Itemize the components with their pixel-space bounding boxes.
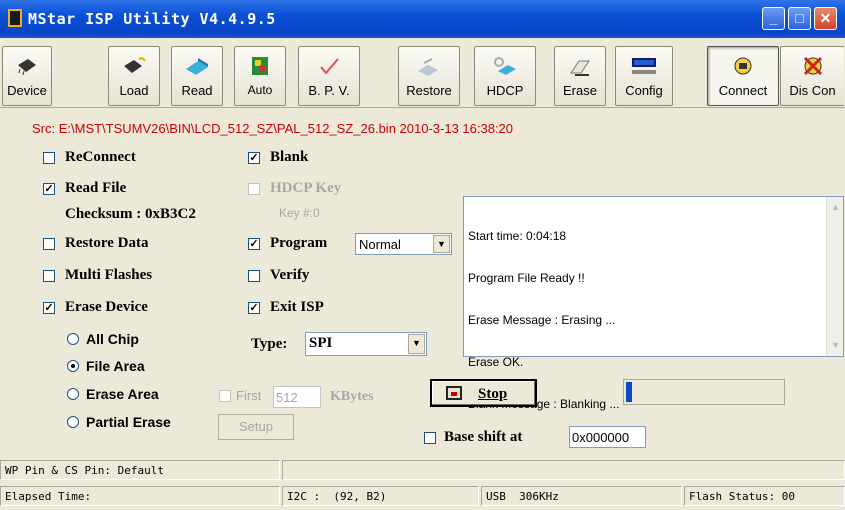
key-number-label: Key #:0: [279, 206, 320, 220]
read-file-checkbox-box[interactable]: ✓: [43, 182, 55, 195]
auto-icon: [252, 57, 268, 75]
file-area-radio-dot[interactable]: [67, 360, 79, 372]
hdcp-key-checkbox[interactable]: HDCP Key: [248, 180, 341, 197]
config-button[interactable]: Config: [615, 46, 673, 106]
erase-icon: [570, 60, 590, 76]
all-chip-radio[interactable]: All Chip: [67, 331, 139, 347]
status-empty-panel: [282, 460, 845, 480]
bpv-icon: [320, 58, 339, 75]
blank-checkbox[interactable]: ✓ Blank: [248, 149, 308, 166]
elapsed-time: Elapsed Time:: [0, 486, 280, 506]
restore-button[interactable]: Restore: [398, 46, 460, 106]
scroll-up-icon[interactable]: ▲: [829, 200, 842, 215]
erase-area-radio-dot[interactable]: [67, 388, 79, 400]
connect-button[interactable]: Connect: [707, 46, 779, 106]
toolbar: Device Load Read Auto B. P. V. Restore H…: [0, 38, 845, 108]
multi-flashes-checkbox[interactable]: Multi Flashes: [43, 267, 152, 284]
erase-button[interactable]: Erase: [554, 46, 606, 106]
first-kbytes-input[interactable]: 512: [273, 386, 321, 408]
base-shift-checkbox-box[interactable]: [424, 431, 436, 444]
type-select[interactable]: SPI ▼: [305, 332, 427, 356]
partial-erase-radio-dot[interactable]: [67, 416, 79, 428]
disconnect-button[interactable]: Dis Con: [780, 46, 844, 106]
read-icon: [186, 58, 208, 75]
partial-erase-radio[interactable]: Partial Erase: [67, 414, 171, 430]
reconnect-checkbox[interactable]: ReConnect: [43, 149, 136, 166]
verify-checkbox[interactable]: Verify: [248, 267, 309, 284]
device-button[interactable]: Device: [2, 46, 52, 106]
file-area-radio[interactable]: File Area: [67, 358, 145, 374]
stop-icon: [446, 386, 462, 400]
progress-bar: [623, 379, 785, 405]
hdcp-icon: [494, 57, 516, 75]
auto-button[interactable]: Auto: [234, 46, 286, 106]
read-button[interactable]: Read: [171, 46, 223, 106]
app-icon: [8, 9, 22, 27]
flash-status: Flash Status: 00: [684, 486, 845, 506]
maximize-button[interactable]: □: [788, 7, 811, 30]
type-label: Type:: [251, 336, 288, 352]
reconnect-checkbox-box[interactable]: [43, 151, 55, 164]
erase-device-checkbox[interactable]: ✓ Erase Device: [43, 299, 148, 316]
read-file-checkbox[interactable]: ✓ Read File: [43, 180, 126, 197]
program-checkbox[interactable]: ✓ Program: [248, 235, 327, 252]
program-mode-select[interactable]: Normal ▼: [355, 233, 452, 255]
hdcp-button[interactable]: HDCP: [474, 46, 536, 106]
title-bar: MStar ISP Utility V4.4.9.5 _ □ ✕: [0, 0, 845, 38]
log-line: Erase OK.: [468, 355, 524, 369]
multi-flashes-checkbox-box[interactable]: [43, 269, 55, 282]
checksum-label: Checksum : 0xB3C2: [65, 206, 196, 222]
connect-icon: [734, 57, 752, 75]
base-shift-checkbox[interactable]: Base shift at: [424, 429, 522, 446]
pin-status: WP Pin & CS Pin: Default: [0, 460, 280, 480]
chip-load-icon: [124, 57, 146, 73]
load-button[interactable]: Load: [108, 46, 160, 106]
i2c-status: I2C : (92, B2): [282, 486, 479, 506]
stop-button[interactable]: Stop: [430, 379, 537, 407]
setup-button[interactable]: Setup: [218, 414, 294, 440]
chip-icon: [18, 59, 36, 76]
window-title: MStar ISP Utility V4.4.9.5: [28, 10, 276, 28]
chevron-down-icon[interactable]: ▼: [408, 334, 425, 354]
log-line: Program File Ready !!: [468, 271, 585, 285]
verify-checkbox-box[interactable]: [248, 269, 260, 282]
scroll-down-icon[interactable]: ▼: [829, 338, 842, 353]
blank-checkbox-box[interactable]: ✓: [248, 151, 260, 164]
log-box: Start time: 0:04:18 Program File Ready !…: [463, 196, 844, 411]
minimize-button[interactable]: _: [762, 7, 785, 30]
first-checkbox-box[interactable]: [219, 389, 231, 402]
exit-isp-checkbox[interactable]: ✓ Exit ISP: [248, 299, 324, 316]
disconnect-icon: [803, 56, 822, 76]
erase-area-radio[interactable]: Erase Area: [67, 386, 159, 402]
erase-device-checkbox-box[interactable]: ✓: [43, 301, 55, 314]
program-checkbox-box[interactable]: ✓: [248, 237, 260, 250]
bpv-button[interactable]: B. P. V.: [298, 46, 360, 106]
progress-fill: [626, 382, 632, 402]
source-file-path: Src: E:\MST\TSUMV26\BIN\LCD_512_SZ\PAL_5…: [32, 121, 514, 136]
restore-icon: [418, 58, 438, 76]
close-button[interactable]: ✕: [814, 7, 837, 30]
config-icon: [632, 58, 656, 74]
log-line: Start time: 0:04:18: [468, 229, 567, 243]
exit-isp-checkbox-box[interactable]: ✓: [248, 301, 260, 314]
usb-status: USB 306KHz: [481, 486, 682, 506]
restore-data-checkbox-box[interactable]: [43, 237, 55, 250]
log-scrollbar[interactable]: ▲ ▼: [826, 197, 843, 356]
restore-data-checkbox[interactable]: Restore Data: [43, 235, 148, 252]
first-checkbox[interactable]: First: [219, 388, 261, 403]
all-chip-radio-dot[interactable]: [67, 333, 79, 345]
hdcp-key-checkbox-box[interactable]: [248, 182, 260, 195]
log-line: Erase Message : Erasing ...: [468, 313, 616, 327]
chevron-down-icon[interactable]: ▼: [433, 235, 450, 253]
kbytes-label: KBytes: [330, 389, 374, 404]
base-shift-input[interactable]: 0x000000: [569, 426, 646, 448]
